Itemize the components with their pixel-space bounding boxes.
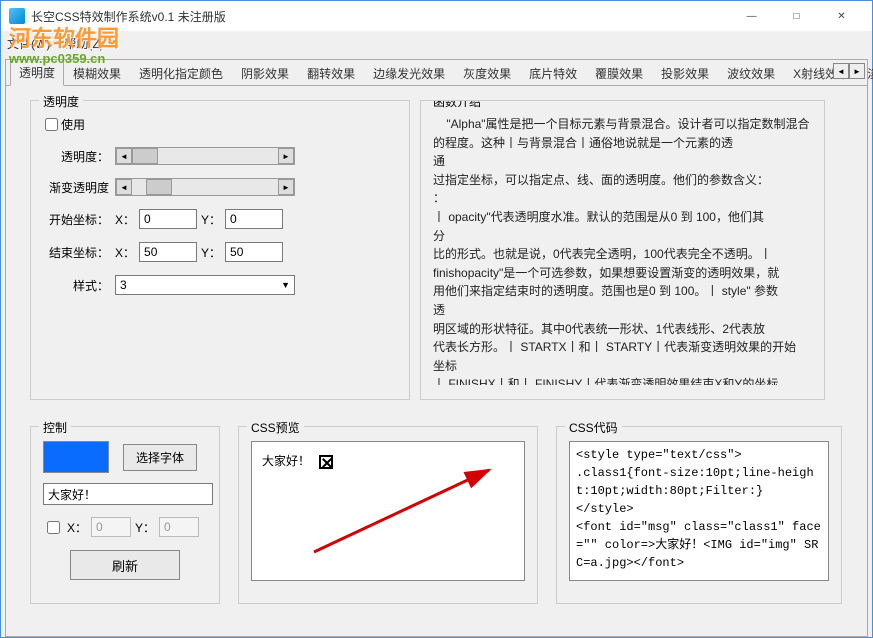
end-y-label: Y： [201, 244, 221, 261]
tab-wave[interactable]: 波纹效果 [718, 60, 784, 86]
css-code-output[interactable]: <style type="text/css"> .class1{font-siz… [569, 441, 829, 581]
minimize-button[interactable]: — [729, 2, 774, 30]
tab-scroll-left-button[interactable]: ◄ [833, 63, 849, 79]
app-window: 长空CSS特效制作系统v0.1 未注册版 — □ ✕ 河东软件园 www.pc0… [0, 0, 873, 638]
group-code: CSS代码 <style type="text/css"> .class1{fo… [556, 426, 842, 604]
end-x-input[interactable] [139, 242, 197, 262]
opacity-label: 透明度： [43, 148, 115, 165]
tab-glow[interactable]: 边缘发光效果 [364, 60, 454, 86]
preview-canvas: 大家好！ [251, 441, 525, 581]
tab-opacity[interactable]: 透明度 [10, 59, 64, 86]
titlebar[interactable]: 长空CSS特效制作系统v0.1 未注册版 — □ ✕ [1, 1, 872, 31]
sample-text-input[interactable] [43, 483, 213, 505]
ctrl-y-label: Y： [135, 519, 155, 536]
preview-sample-text: 大家好！ [262, 454, 310, 468]
menu-file[interactable]: 文件(W) [7, 35, 50, 52]
use-checkbox[interactable] [45, 118, 58, 131]
workarea: 透明度 使用 透明度： ◄ ► 渐变透明度 [6, 86, 867, 618]
maximize-button[interactable]: □ [774, 2, 819, 30]
refresh-button[interactable]: 刷新 [70, 550, 180, 580]
broken-image-icon [319, 455, 333, 469]
window-title: 长空CSS特效制作系统v0.1 未注册版 [31, 8, 729, 25]
main-frame: 透明度 模糊效果 透明化指定颜色 阴影效果 翻转效果 边缘发光效果 灰度效果 底… [5, 59, 868, 637]
start-x-input[interactable] [139, 209, 197, 229]
use-label: 使用 [61, 116, 85, 133]
menu-help[interactable]: 帮助(Z) [64, 35, 103, 52]
ctrl-x-label: X： [67, 519, 87, 536]
tab-blur[interactable]: 模糊效果 [64, 60, 130, 86]
opacity-slider-right[interactable]: ► [278, 148, 294, 164]
chevron-down-icon: ▼ [281, 280, 290, 290]
tabstrip: 透明度 模糊效果 透明化指定颜色 阴影效果 翻转效果 边缘发光效果 灰度效果 底… [6, 60, 867, 86]
tab-invert[interactable]: 底片特效 [520, 60, 586, 86]
ctrl-x-input[interactable] [91, 517, 131, 537]
start-y-input[interactable] [225, 209, 283, 229]
group-preview: CSS预览 大家好！ [238, 426, 538, 604]
app-icon [9, 8, 25, 24]
start-x-label: X： [115, 211, 135, 228]
group-description-title: 函数介绍 [429, 100, 485, 110]
tab-gray[interactable]: 灰度效果 [454, 60, 520, 86]
opacity-slider-left[interactable]: ◄ [116, 148, 132, 164]
grad-opacity-label: 渐变透明度 [43, 179, 115, 196]
start-coord-label: 开始坐标： [43, 211, 115, 228]
group-preview-title: CSS预览 [247, 419, 304, 436]
tab-shadow[interactable]: 阴影效果 [232, 60, 298, 86]
end-x-label: X： [115, 244, 135, 261]
description-text: "Alpha"属性是把一个目标元素与背景混合。设计者可以指定数制混合的程度。这种… [433, 115, 812, 385]
grad-opacity-slider[interactable]: ◄ ► [115, 178, 295, 196]
opacity-slider[interactable]: ◄ ► [115, 147, 295, 165]
tab-flip[interactable]: 翻转效果 [298, 60, 364, 86]
style-label: 样式： [43, 277, 115, 294]
group-description: 函数介绍 "Alpha"属性是把一个目标元素与背景混合。设计者可以指定数制混合的… [420, 100, 825, 400]
choose-font-button[interactable]: 选择字体 [123, 444, 197, 471]
grad-slider-left[interactable]: ◄ [116, 179, 132, 195]
group-control: 控制 选择字体 X： Y： 刷新 [30, 426, 220, 604]
tab-chroma[interactable]: 透明化指定颜色 [130, 60, 232, 86]
tab-scroll-right-button[interactable]: ► [849, 63, 865, 79]
group-opacity: 透明度 使用 透明度： ◄ ► 渐变透明度 [30, 100, 410, 400]
group-opacity-title: 透明度 [39, 93, 83, 110]
menubar: 文件(W) 帮助(Z) [1, 31, 872, 55]
close-button[interactable]: ✕ [819, 2, 864, 30]
style-combobox[interactable]: 3 ▼ [115, 275, 295, 295]
color-swatch[interactable] [43, 441, 109, 473]
tab-dropshadow[interactable]: 投影效果 [652, 60, 718, 86]
tab-mask[interactable]: 覆膜效果 [586, 60, 652, 86]
grad-slider-right[interactable]: ► [278, 179, 294, 195]
style-value: 3 [120, 278, 127, 292]
group-code-title: CSS代码 [565, 419, 622, 436]
arrow-annotation [304, 462, 504, 565]
end-coord-label: 结束坐标： [43, 244, 115, 261]
coord-checkbox[interactable] [47, 521, 60, 534]
group-control-title: 控制 [39, 419, 71, 436]
start-y-label: Y： [201, 211, 221, 228]
ctrl-y-input[interactable] [159, 517, 199, 537]
end-y-input[interactable] [225, 242, 283, 262]
